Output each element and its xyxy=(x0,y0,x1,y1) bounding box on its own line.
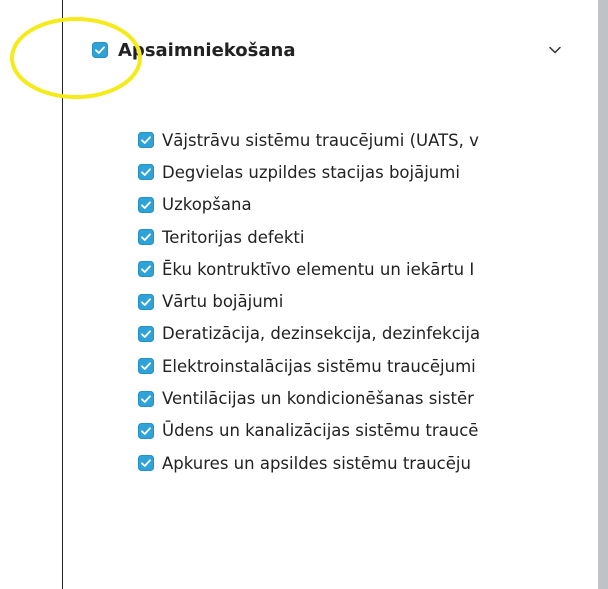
item-label: Elektroinstalācijas sistēmu traucējumi xyxy=(162,356,476,376)
item-label: Teritorijas defekti xyxy=(162,227,305,247)
category-list: Vājstrāvu sistēmu traucējumi (UATS, v De… xyxy=(138,124,598,479)
item-checkbox[interactable] xyxy=(138,196,154,213)
group-header-apsaimniekosana[interactable]: Apsaimniekošana xyxy=(92,34,582,66)
item-label: Apkures un apsildes sistēmu traucēju xyxy=(162,453,471,473)
item-label: Vājstrāvu sistēmu traucējumi (UATS, v xyxy=(162,130,479,150)
item-checkbox[interactable] xyxy=(138,455,154,472)
item-label: Ventilācijas un kondicionēšanas sistēr xyxy=(162,389,474,409)
list-item[interactable]: Teritorijas defekti xyxy=(138,221,598,253)
scrollbar[interactable] xyxy=(598,0,608,589)
item-label: Degvielas uzpildes stacijas bojājumi xyxy=(162,162,460,182)
item-label: Uzkopšana xyxy=(162,195,252,215)
list-item[interactable]: Ventilācijas un kondicionēšanas sistēr xyxy=(138,382,598,414)
list-item[interactable]: Degvielas uzpildes stacijas bojājumi xyxy=(138,156,598,188)
item-label: Vārtu bojājumi xyxy=(162,292,284,312)
list-item[interactable]: Ūdens un kanalizācijas sistēmu traucē xyxy=(138,415,598,447)
chevron-down-icon[interactable] xyxy=(546,41,564,59)
list-item[interactable]: Vārtu bojājumi xyxy=(138,285,598,317)
item-checkbox[interactable] xyxy=(138,390,154,407)
tree-guide-line xyxy=(62,0,63,589)
page: Apsaimniekošana Vājstrāvu sistēmu traucē… xyxy=(0,0,608,589)
list-item[interactable]: Vājstrāvu sistēmu traucējumi (UATS, v xyxy=(138,124,598,156)
item-label: Ūdens un kanalizācijas sistēmu traucē xyxy=(162,421,479,441)
item-label: Ēku kontruktīvo elementu un iekārtu I xyxy=(162,259,475,279)
list-item[interactable]: Apkures un apsildes sistēmu traucēju xyxy=(138,447,598,479)
item-checkbox[interactable] xyxy=(138,132,154,149)
item-checkbox[interactable] xyxy=(138,422,154,439)
item-checkbox[interactable] xyxy=(138,358,154,375)
item-checkbox[interactable] xyxy=(138,229,154,246)
item-checkbox[interactable] xyxy=(138,164,154,181)
list-item[interactable]: Elektroinstalācijas sistēmu traucējumi xyxy=(138,350,598,382)
item-checkbox[interactable] xyxy=(138,293,154,310)
item-checkbox[interactable] xyxy=(138,325,154,342)
list-item[interactable]: Uzkopšana xyxy=(138,189,598,221)
list-item[interactable]: Ēku kontruktīvo elementu un iekārtu I xyxy=(138,253,598,285)
list-item[interactable]: Deratizācija, dezinsekcija, dezinfekcija xyxy=(138,318,598,350)
group-checkbox[interactable] xyxy=(92,42,108,58)
group-title: Apsaimniekošana xyxy=(118,39,296,61)
item-checkbox[interactable] xyxy=(138,261,154,278)
item-label: Deratizācija, dezinsekcija, dezinfekcija xyxy=(162,324,481,344)
